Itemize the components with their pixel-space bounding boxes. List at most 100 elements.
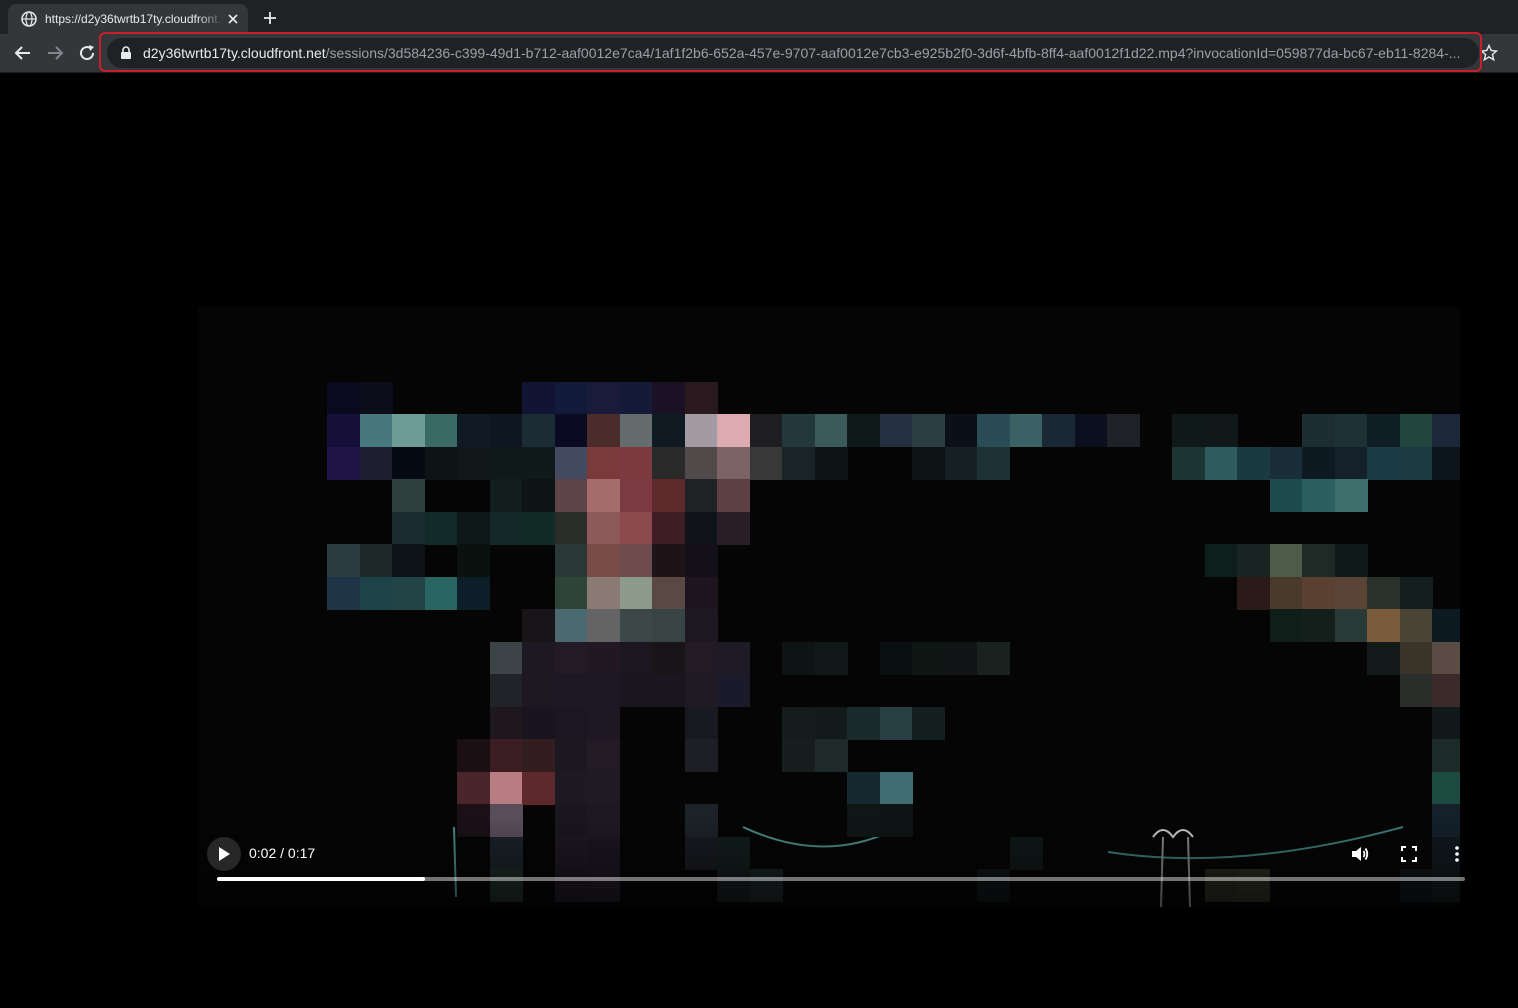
video-pixel-block bbox=[424, 576, 458, 610]
video-pixel-block bbox=[554, 641, 588, 675]
video-pixel-block bbox=[587, 511, 620, 545]
video-pixel-block bbox=[522, 641, 555, 675]
video-pixel-block bbox=[457, 771, 490, 805]
video-pixel-block bbox=[782, 446, 815, 480]
video-pixel-block bbox=[619, 576, 653, 610]
video-pixel-block bbox=[392, 479, 425, 512]
video-pixel-block bbox=[1399, 674, 1433, 707]
video-pixel-block bbox=[587, 641, 620, 675]
video-pixel-block bbox=[814, 414, 848, 447]
address-bar[interactable]: d2y36twrtb17ty.cloudfront.net/sessions/3… bbox=[107, 38, 1479, 68]
seek-bar[interactable] bbox=[217, 877, 1465, 881]
video-pixel-block bbox=[424, 446, 458, 480]
video-pixel-block bbox=[489, 641, 523, 675]
video-pixel-block bbox=[587, 544, 620, 577]
video-pixel-block bbox=[977, 446, 1010, 480]
video-pixel-block bbox=[944, 414, 978, 447]
video-pixel-block bbox=[554, 446, 588, 480]
url-host: d2y36twrtb17ty.cloudfront.net bbox=[143, 45, 326, 61]
video-pixel-block bbox=[327, 414, 360, 447]
video-pixel-block bbox=[1302, 544, 1335, 577]
video-viewport: 0:02 / 0:17 bbox=[0, 73, 1518, 1008]
video-pixel-block bbox=[1399, 446, 1433, 480]
video-pixel-block bbox=[1269, 576, 1303, 610]
video-pixel-block bbox=[457, 414, 490, 447]
video-pixel-block bbox=[652, 576, 685, 610]
video-pixel-block bbox=[1269, 609, 1303, 642]
video-pixel-block bbox=[684, 479, 718, 512]
video-pixel-block bbox=[1432, 739, 1460, 772]
video-pixel-block bbox=[1237, 544, 1270, 577]
new-tab-plus-icon[interactable] bbox=[261, 9, 279, 27]
bookmark-star-icon[interactable] bbox=[1480, 44, 1498, 62]
video-pixel-block bbox=[619, 381, 653, 415]
video-pixel-block bbox=[1237, 446, 1270, 480]
video-pixel-block bbox=[717, 511, 750, 545]
video-pixel-block bbox=[1432, 414, 1460, 447]
video-pixel-block bbox=[684, 609, 718, 642]
video-pixel-block bbox=[489, 771, 523, 805]
video-pixel-block bbox=[652, 446, 685, 480]
video-pixel-block bbox=[1302, 576, 1335, 610]
video-pixel-block bbox=[1432, 706, 1460, 740]
video-pixel-block bbox=[587, 381, 620, 415]
video-pixel-block bbox=[1432, 446, 1460, 480]
pixelated-video-frame[interactable] bbox=[198, 307, 1460, 907]
video-pixel-block bbox=[1334, 446, 1368, 480]
video-pixel-block bbox=[1269, 446, 1303, 480]
video-pixel-block bbox=[392, 544, 425, 577]
video-pixel-block bbox=[587, 771, 620, 805]
video-pixel-block bbox=[684, 674, 718, 707]
video-pixel-block bbox=[392, 511, 425, 545]
video-pixel-block bbox=[457, 544, 490, 577]
volume-icon[interactable] bbox=[1350, 844, 1370, 864]
video-pixel-block bbox=[392, 414, 425, 447]
video-pixel-block bbox=[782, 739, 815, 772]
video-pixel-block bbox=[912, 414, 945, 447]
video-controls: 0:02 / 0:17 bbox=[198, 818, 1480, 908]
globe-icon bbox=[21, 11, 37, 27]
video-pixel-block bbox=[522, 479, 555, 512]
browser-tab[interactable]: https://d2y36twrtb17ty.cloudfront.net/se… bbox=[8, 4, 248, 34]
video-pixel-block bbox=[1302, 446, 1335, 480]
video-pixel-block bbox=[522, 414, 555, 447]
close-icon[interactable] bbox=[226, 12, 240, 26]
video-pixel-block bbox=[652, 479, 685, 512]
video-pixel-block bbox=[652, 674, 685, 707]
video-pixel-block bbox=[749, 446, 783, 480]
video-pixel-block bbox=[359, 544, 393, 577]
video-pixel-block bbox=[652, 511, 685, 545]
video-pixel-block bbox=[814, 739, 848, 772]
video-pixel-block bbox=[684, 511, 718, 545]
play-button[interactable] bbox=[207, 837, 241, 871]
video-pixel-block bbox=[1269, 544, 1303, 577]
video-pixel-block bbox=[554, 771, 588, 805]
video-pixel-block bbox=[1074, 414, 1108, 447]
video-pixel-block bbox=[879, 641, 913, 675]
fullscreen-icon[interactable] bbox=[1399, 844, 1419, 864]
video-pixel-block bbox=[522, 511, 555, 545]
reload-icon[interactable] bbox=[76, 42, 98, 64]
time-display: 0:02 / 0:17 bbox=[249, 845, 316, 861]
video-pixel-block bbox=[1334, 609, 1368, 642]
video-pixel-block bbox=[684, 414, 718, 447]
video-pixel-block bbox=[619, 674, 653, 707]
url-text[interactable]: d2y36twrtb17ty.cloudfront.net/sessions/3… bbox=[143, 38, 1469, 68]
video-pixel-block bbox=[782, 641, 815, 675]
forward-arrow-icon[interactable] bbox=[44, 42, 66, 64]
video-pixel-block bbox=[652, 609, 685, 642]
video-pixel-block bbox=[814, 706, 848, 740]
video-pixel-block bbox=[717, 414, 750, 447]
video-pixel-block bbox=[977, 641, 1010, 675]
more-options-icon[interactable] bbox=[1447, 844, 1467, 864]
back-arrow-icon[interactable] bbox=[12, 42, 34, 64]
video-pixel-block bbox=[522, 739, 555, 772]
video-pixel-block bbox=[554, 739, 588, 772]
video-pixel-block bbox=[684, 446, 718, 480]
video-pixel-block bbox=[782, 706, 815, 740]
video-pixel-block bbox=[1432, 674, 1460, 707]
video-pixel-block bbox=[1334, 414, 1368, 447]
video-pixel-block bbox=[1302, 479, 1335, 512]
video-pixel-block bbox=[587, 706, 620, 740]
video-pixel-block bbox=[944, 446, 978, 480]
